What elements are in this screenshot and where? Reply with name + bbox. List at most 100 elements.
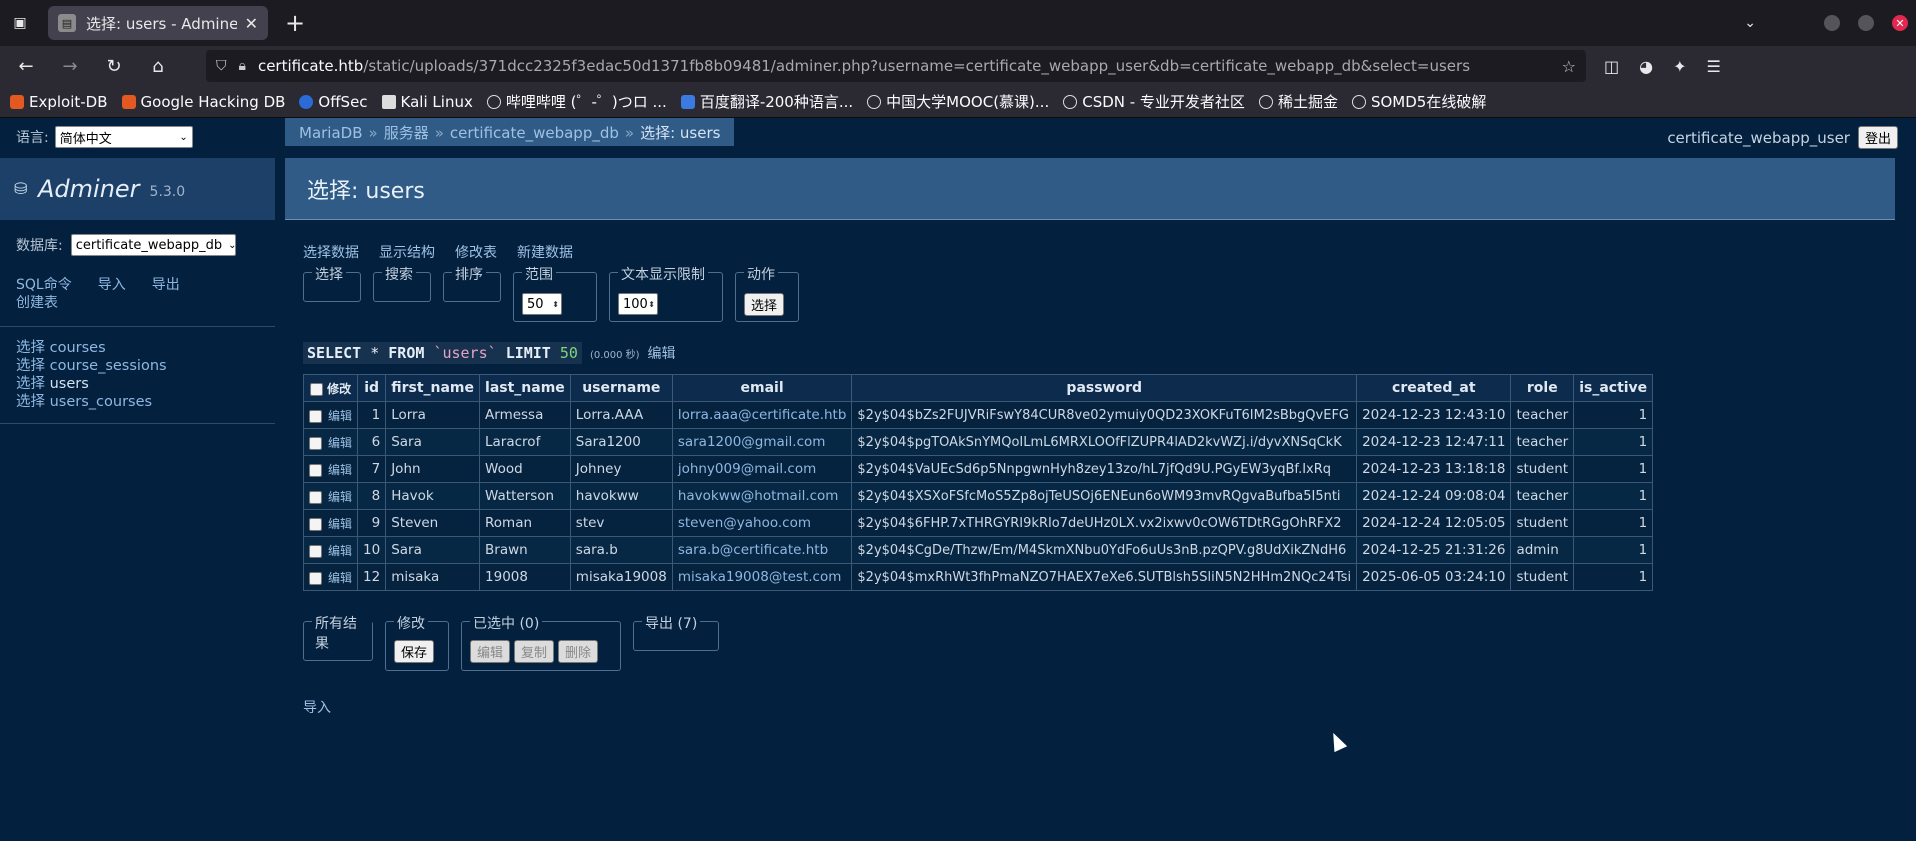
- edit-selected-button[interactable]: 编辑: [470, 640, 511, 663]
- text-limit-input[interactable]: 100 ⬍: [618, 293, 658, 315]
- edit-query-link[interactable]: 编辑: [648, 343, 676, 363]
- export-toggle[interactable]: 导出 (7): [642, 613, 701, 633]
- cell-email[interactable]: lorra.aaa@certificate.htb: [671, 401, 853, 429]
- cell-email[interactable]: misaka19008@test.com: [671, 563, 853, 591]
- search-fieldset[interactable]: 搜索: [373, 264, 431, 302]
- new-tab-icon[interactable]: +: [280, 9, 310, 37]
- browser-tab-active[interactable]: ▤ 选择: users - Adminer ✕: [48, 6, 268, 40]
- column-header-is-active[interactable]: is_active: [1573, 374, 1654, 402]
- maximize-icon[interactable]: [1858, 15, 1874, 31]
- bookmark-item[interactable]: Kali Linux: [381, 93, 473, 111]
- export-fieldset[interactable]: 导出 (7): [633, 613, 719, 651]
- spinner-icon[interactable]: ⬍: [552, 300, 561, 309]
- column-header-id[interactable]: id: [357, 374, 387, 402]
- row-edit-link[interactable]: 编辑: [328, 544, 352, 558]
- table-structure-link[interactable]: courses: [50, 340, 106, 356]
- select-table-link[interactable]: 选择: [16, 376, 45, 392]
- url-bar[interactable]: ⛉ 🔒︎ certificate.htb /static/uploads/371…: [206, 50, 1586, 82]
- row-checkbox[interactable]: [309, 571, 322, 585]
- breadcrumb-server[interactable]: 服务器: [384, 124, 429, 142]
- column-header-password[interactable]: password: [851, 374, 1358, 402]
- lock-icon[interactable]: 🔒︎: [239, 58, 246, 74]
- row-checkbox[interactable]: [309, 409, 322, 423]
- export-link[interactable]: 导出: [152, 276, 180, 294]
- cell-email[interactable]: sara.b@certificate.htb: [671, 536, 853, 564]
- row-edit-link[interactable]: 编辑: [328, 517, 352, 531]
- breadcrumb-mariadb[interactable]: MariaDB: [299, 124, 363, 142]
- import-link[interactable]: 导入: [98, 276, 126, 294]
- limit-input[interactable]: 50 ⬍: [522, 293, 562, 315]
- extensions-icon[interactable]: ✦: [1673, 57, 1686, 76]
- forward-icon[interactable]: →: [54, 56, 86, 77]
- bookmark-item[interactable]: CSDN - 专业开发者社区: [1063, 91, 1245, 112]
- table-structure-link[interactable]: course_sessions: [50, 358, 167, 374]
- chevron-down-icon[interactable]: ⌄: [1744, 15, 1756, 31]
- select-table-link[interactable]: 选择: [16, 394, 45, 410]
- cell-email[interactable]: johny009@mail.com: [671, 455, 853, 483]
- bookmark-item[interactable]: 中国大学MOOC(慕课)...: [867, 91, 1049, 112]
- row-edit-link[interactable]: 编辑: [328, 490, 352, 504]
- shield-icon[interactable]: ⛉: [216, 58, 227, 74]
- select-action-button[interactable]: 选择: [744, 293, 785, 316]
- select-table-link[interactable]: 选择: [16, 358, 45, 374]
- menu-icon[interactable]: ☰: [1707, 57, 1721, 76]
- back-icon[interactable]: ←: [10, 56, 42, 77]
- home-icon[interactable]: ⌂: [142, 56, 174, 77]
- alter-table-link[interactable]: 修改表: [455, 242, 497, 262]
- database-select[interactable]: certificate_webapp_db ⌄: [70, 234, 237, 256]
- row-edit-link[interactable]: 编辑: [328, 436, 352, 450]
- row-checkbox[interactable]: [309, 436, 322, 450]
- delete-selected-button[interactable]: 删除: [558, 640, 599, 663]
- sql-command-link[interactable]: SQL命令: [16, 276, 72, 294]
- column-header-email[interactable]: email: [671, 374, 853, 402]
- bookmark-item[interactable]: 百度翻译-200种语言...: [680, 91, 853, 112]
- column-header-last-name[interactable]: last_name: [479, 374, 571, 402]
- save-button[interactable]: 保存: [394, 640, 435, 663]
- create-table-link[interactable]: 创建表: [16, 295, 58, 311]
- row-checkbox[interactable]: [309, 463, 322, 477]
- column-header-first-name[interactable]: first_name: [385, 374, 481, 402]
- bookmark-item[interactable]: 稀土掘金: [1258, 91, 1338, 112]
- bookmark-star-icon[interactable]: ☆: [1562, 57, 1576, 76]
- row-edit-link[interactable]: 编辑: [328, 571, 352, 585]
- table-structure-link[interactable]: users_courses: [50, 394, 152, 410]
- copy-selected-button[interactable]: 复制: [514, 640, 555, 663]
- extension-avatar-icon[interactable]: ◕: [1639, 57, 1653, 76]
- select-data-link[interactable]: 选择数据: [303, 242, 359, 262]
- logout-button[interactable]: 登出: [1857, 126, 1898, 149]
- row-checkbox[interactable]: [309, 517, 322, 531]
- bookmark-item[interactable]: SOMD5在线破解: [1351, 91, 1486, 112]
- row-checkbox[interactable]: [309, 490, 322, 504]
- spinner-icon[interactable]: ⬍: [648, 300, 657, 309]
- show-structure-link[interactable]: 显示结构: [379, 242, 435, 262]
- cell-email[interactable]: havokww@hotmail.com: [671, 482, 853, 510]
- close-icon[interactable]: ✕: [245, 14, 258, 33]
- select-fieldset[interactable]: 选择: [303, 264, 361, 302]
- breadcrumb-database[interactable]: certificate_webapp_db: [450, 124, 619, 142]
- column-header-username[interactable]: username: [569, 374, 673, 402]
- table-structure-link[interactable]: users: [50, 376, 89, 392]
- row-checkbox[interactable]: [309, 544, 322, 558]
- bookmark-item[interactable]: Exploit-DB: [10, 93, 108, 111]
- row-edit-link[interactable]: 编辑: [328, 463, 352, 477]
- bookmark-item[interactable]: Google Hacking DB: [121, 93, 285, 111]
- brand-name[interactable]: Adminer: [38, 175, 140, 203]
- tab-list-icon[interactable]: ▣: [0, 0, 40, 46]
- minimize-icon[interactable]: [1824, 15, 1840, 31]
- column-header-role[interactable]: role: [1510, 374, 1575, 402]
- window-close-icon[interactable]: ✕: [1892, 15, 1908, 31]
- sort-fieldset[interactable]: 排序: [443, 264, 501, 302]
- pocket-icon[interactable]: ◫: [1604, 57, 1619, 76]
- column-header-created-at[interactable]: created_at: [1356, 374, 1512, 402]
- check-all-checkbox[interactable]: [309, 382, 323, 396]
- cell-email[interactable]: steven@yahoo.com: [671, 509, 853, 537]
- cell-email[interactable]: sara1200@gmail.com: [671, 428, 853, 456]
- reload-icon[interactable]: ↻: [98, 56, 130, 77]
- row-edit-link[interactable]: 编辑: [328, 409, 352, 423]
- language-select[interactable]: 简体中文 ⌄: [54, 126, 193, 148]
- import-link[interactable]: 导入: [303, 700, 331, 716]
- bookmark-item[interactable]: 哔哩哔哩 (゜-゜)つロ ...: [486, 91, 667, 112]
- select-table-link[interactable]: 选择: [16, 340, 45, 356]
- bookmark-item[interactable]: OffSec: [299, 93, 368, 111]
- new-item-link[interactable]: 新建数据: [517, 242, 573, 262]
